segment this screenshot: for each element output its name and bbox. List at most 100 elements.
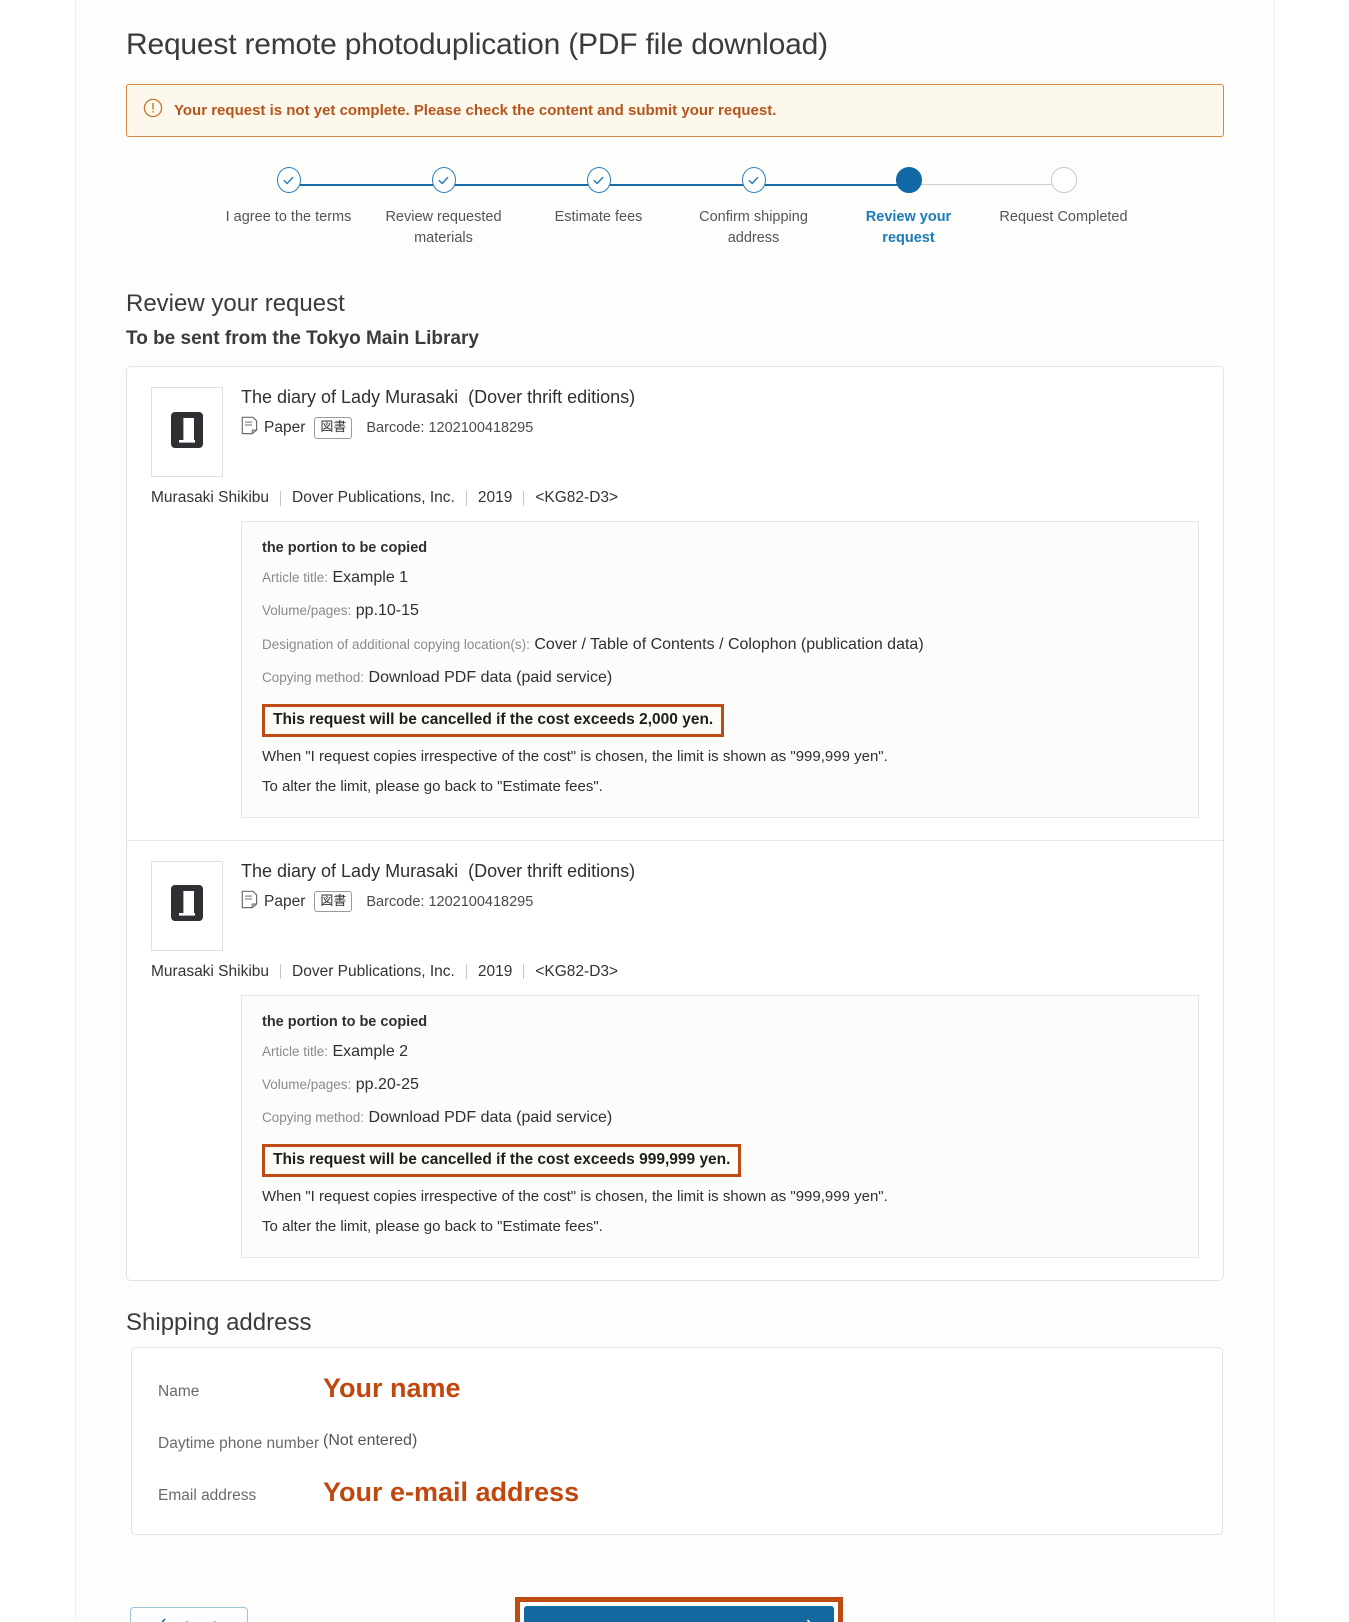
book-icon (170, 411, 204, 454)
item-year: 2019 (477, 962, 513, 980)
exclamation-circle-icon (143, 98, 163, 123)
stepper-track: I agree to the terms Review requested ma… (211, 167, 1141, 249)
review-section-title: Review your request (126, 290, 345, 317)
submit-button-highlight: Request with this content (515, 1596, 843, 1622)
item-publisher: Dover Publications, Inc. (292, 962, 455, 980)
portion-pages-value: pp.20-25 (355, 1075, 419, 1093)
document-icon (241, 890, 259, 914)
item-bibliographic-line: Murasaki Shikibu Dover Publications, Inc… (151, 489, 1199, 507)
incomplete-request-alert: Your request is not yet complete. Please… (126, 84, 1224, 137)
step-label: Request Completed (999, 209, 1128, 225)
shipping-value-email: Your e-mail address (323, 1476, 580, 1507)
review-sub-title: To be sent from the Tokyo Main Library (126, 328, 479, 349)
separator (523, 964, 525, 980)
shipping-value-phone: (Not entered) (323, 1431, 418, 1449)
portion-heading: the portion to be copied (262, 540, 428, 556)
item-bibliographic-line: Murasaki Shikibu Dover Publications, Inc… (151, 963, 1199, 981)
page-content-frame: Request remote photoduplication (PDF fil… (75, 0, 1275, 1622)
portion-pages-label: Volume/pages: (262, 603, 352, 619)
item-title-line: The diary of Lady Murasaki (Dover thrift … (241, 387, 1199, 408)
step-empty-circle-icon (1050, 167, 1077, 193)
document-icon (241, 416, 259, 440)
item-material-badge: 図書 (314, 417, 353, 439)
cost-limit-note-1: When "I request copies irrespective of t… (262, 1187, 888, 1205)
portion-article-title-field: Article title: Example 1 (262, 567, 1178, 589)
portion-copying-method-label: Copying method: (262, 670, 365, 686)
portion-article-title-value: Example 1 (332, 569, 409, 586)
separator (465, 964, 467, 980)
step-check-icon (586, 167, 611, 193)
portion-copying-method-field: Copying method: Download PDF data (paid … (262, 667, 1178, 689)
alert-message: Your request is not yet complete. Please… (174, 101, 777, 119)
shipping-value-name: Your name (323, 1372, 461, 1403)
screenshot-viewport: Request remote photoduplication (PDF fil… (0, 0, 1349, 1622)
item-thumbnail (151, 387, 223, 477)
portion-copying-method-value: Download PDF data (paid service) (368, 669, 613, 687)
portion-copying-method-value: Download PDF data (paid service) (368, 1109, 613, 1127)
item-title[interactable]: The diary of Lady Murasaki (241, 387, 458, 407)
separator (280, 964, 282, 980)
cost-limit-highlight: This request will be cancelled if the co… (262, 1143, 742, 1177)
chevron-left-icon (157, 1618, 167, 1622)
separator (280, 490, 282, 506)
step-review-materials[interactable]: Review requested materials (366, 167, 521, 249)
shipping-label: Email address (158, 1486, 257, 1504)
item-details: The diary of Lady Murasaki (Dover thrift … (241, 387, 1199, 477)
portion-article-title-field: Article title: Example 2 (262, 1041, 1178, 1063)
portion-copying-method-field: Copying method: Download PDF data (paid … (262, 1107, 1178, 1129)
back-button[interactable]: back (130, 1606, 248, 1622)
requested-item-row: The diary of Lady Murasaki (Dover thrift … (127, 839, 1223, 1280)
portion-additional-locations-value: Cover / Table of Contents / Colophon (pu… (534, 635, 924, 653)
item-header: The diary of Lady Murasaki (Dover thrift … (151, 387, 1199, 477)
portion-to-be-copied-box: the portion to be copied Article title: … (241, 994, 1199, 1258)
step-estimate-fees[interactable]: Estimate fees (521, 167, 676, 228)
shipping-label: Name (158, 1382, 200, 1400)
portion-pages-value: pp.10-15 (355, 602, 419, 620)
step-request-completed: Request Completed (986, 167, 1141, 228)
portion-copying-method-label: Copying method: (262, 1110, 365, 1126)
cost-limit-note-1: When "I request copies irrespective of t… (262, 747, 888, 765)
step-current-dot-icon (895, 167, 922, 193)
item-call-number: <KG82-D3> (535, 489, 619, 506)
step-review-request[interactable]: Review your request (831, 167, 986, 249)
step-label: Confirm shipping address (699, 209, 808, 247)
portion-additional-locations-field: Designation of additional copying locati… (262, 634, 1178, 656)
separator (523, 490, 525, 506)
item-title[interactable]: The diary of Lady Murasaki (241, 861, 458, 881)
item-call-number: <KG82-D3> (535, 962, 619, 980)
portion-article-title-label: Article title: (262, 570, 329, 585)
step-agree-terms[interactable]: I agree to the terms (211, 167, 366, 228)
portion-heading: the portion to be copied (262, 1013, 428, 1030)
step-confirm-shipping[interactable]: Confirm shipping address (676, 167, 831, 249)
item-series: (Dover thrift editions) (468, 860, 636, 881)
shipping-row-email: Email address Your e-mail address (158, 1476, 1196, 1508)
portion-article-title-label: Article title: (262, 1043, 329, 1059)
cost-limit-highlight: This request will be cancelled if the co… (262, 703, 725, 737)
progress-stepper: I agree to the terms Review requested ma… (211, 167, 1141, 262)
request-with-this-content-button[interactable]: Request with this content (524, 1605, 834, 1622)
item-title-line: The diary of Lady Murasaki (Dover thrift … (241, 861, 1199, 882)
shipping-row-phone: Daytime phone number (Not entered) (158, 1426, 1196, 1456)
item-meta-line: Paper 図書 Barcode: 1202100418295 (241, 416, 1199, 440)
cost-limit-note-2: To alter the limit, please go back to "E… (262, 777, 603, 795)
item-publisher: Dover Publications, Inc. (292, 489, 455, 506)
step-label: Review your request (865, 209, 952, 247)
item-format-label: Paper (264, 419, 306, 436)
footer-actions: back Request with this content (101, 1596, 1249, 1622)
item-barcode: Barcode: 1202100418295 (366, 420, 534, 436)
shipping-section-title: Shipping address (126, 1308, 312, 1336)
step-check-icon (276, 167, 301, 193)
book-icon (170, 884, 204, 927)
item-series: (Dover thrift editions) (468, 387, 636, 407)
shipping-row-name: Name Your name (158, 1372, 1196, 1404)
item-meta-line: Paper 図書 Barcode: 1202100418295 (241, 890, 1199, 914)
portion-to-be-copied-box: the portion to be copied Article title: … (241, 521, 1199, 818)
shipping-fields: Name Your name Daytime phone number (Not… (158, 1372, 1196, 1508)
item-thumbnail (151, 860, 223, 951)
item-format-label: Paper (264, 892, 306, 910)
separator (465, 490, 467, 506)
item-material-badge: 図書 (314, 890, 353, 913)
portion-additional-locations-label: Designation of additional copying locati… (262, 636, 530, 652)
portion-pages-field: Volume/pages: pp.10-15 (262, 600, 1178, 622)
cost-limit-note-2: To alter the limit, please go back to "E… (262, 1217, 603, 1235)
